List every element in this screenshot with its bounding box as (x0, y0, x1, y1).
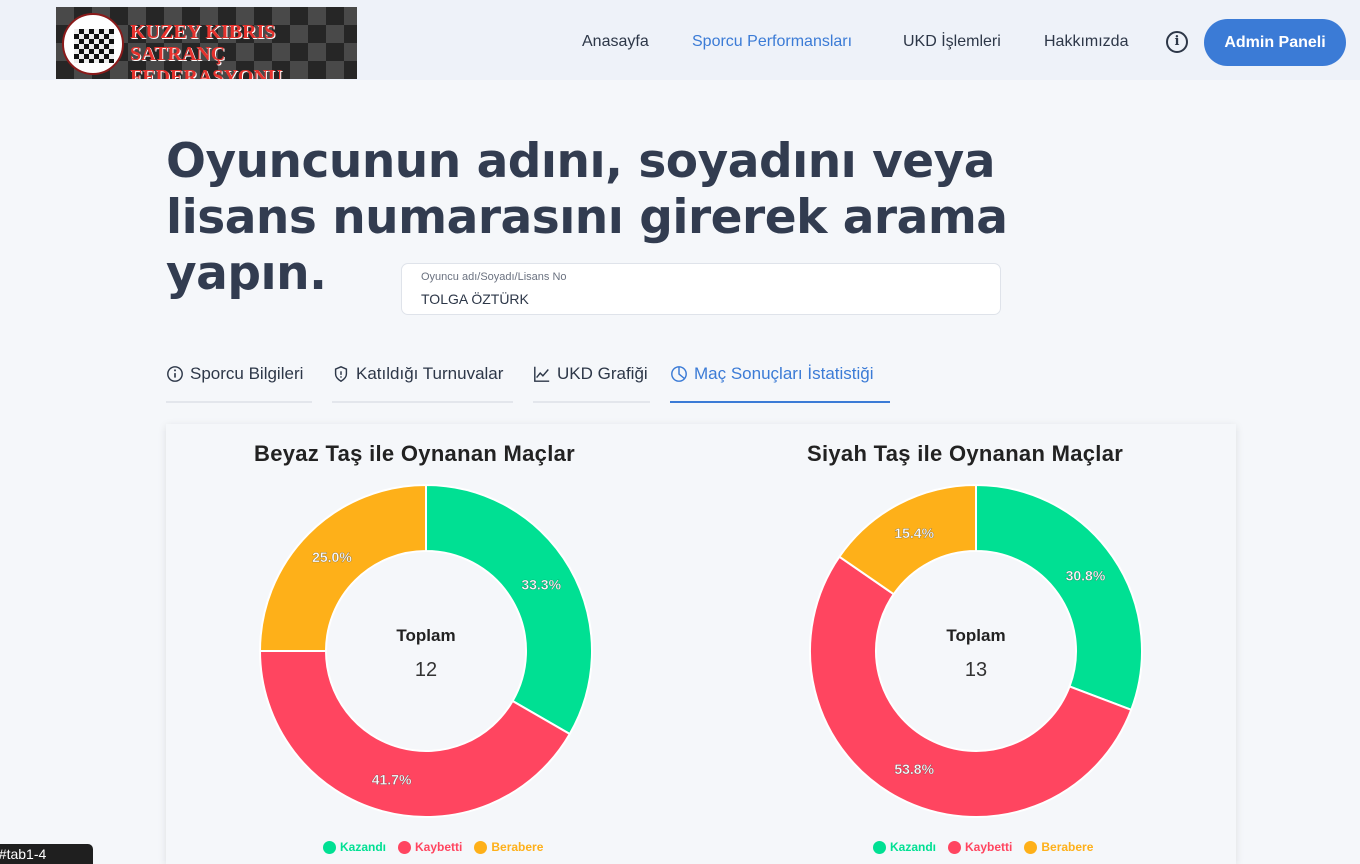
tab-label: Sporcu Bilgileri (190, 363, 304, 383)
donut-label-loss: 53.8% (894, 761, 934, 777)
tab-label: Katıldığı Turnuvalar (356, 363, 504, 383)
donut-segment-win[interactable] (975, 483, 1143, 712)
nav-ukd-islemleri[interactable]: UKD İşlemleri (903, 33, 1001, 51)
donut-label-loss: 41.7% (372, 771, 412, 787)
top-navbar: KUZEY KIBRIS SATRANÇ FEDERASYONU Anasayf… (0, 0, 1360, 80)
donut-center-total: 12 (415, 659, 437, 681)
donut-label-draw: 25.0% (312, 549, 352, 565)
logo-text-line2: SATRANÇ FEDERASYONU (130, 43, 283, 79)
nav-hakkimizda[interactable]: Hakkımızda (1044, 33, 1128, 51)
status-bar-url: gs#tab1-4 (0, 844, 93, 864)
federation-logo[interactable]: KUZEY KIBRIS SATRANÇ FEDERASYONU (56, 7, 357, 79)
donut-center-label: Toplam (396, 626, 455, 645)
legend-item-win[interactable]: Kazandı (323, 840, 386, 854)
black-chart-legend: Kazandı Kaybetti Berabere (873, 840, 1093, 854)
legend-item-loss[interactable]: Kaybetti (398, 840, 462, 854)
donut-segment-win[interactable] (425, 483, 593, 736)
donut-center-total: 13 (965, 659, 987, 681)
tab-label: Maç Sonuçları İstatistiği (694, 363, 874, 383)
tab-katildigi-turnuvalar[interactable]: Katıldığı Turnuvalar (332, 354, 513, 403)
search-input[interactable] (421, 289, 981, 309)
player-search-box[interactable]: Oyuncu adı/Soyadı/Lisans No (401, 263, 1001, 315)
white-results-donut-chart: 33.3% 41.7% 25.0% Toplam 12 (258, 483, 593, 818)
federation-emblem-icon (62, 13, 124, 75)
black-chart-title: Siyah Taş ile Oynanan Maçlar (807, 441, 1124, 466)
donut-label-win: 33.3% (521, 577, 561, 593)
search-input-label: Oyuncu adı/Soyadı/Lisans No (421, 271, 567, 283)
legend-item-draw[interactable]: Berabere (474, 840, 543, 854)
tab-sporcu-bilgileri[interactable]: Sporcu Bilgileri (166, 354, 312, 403)
nav-sporcu-performanslari[interactable]: Sporcu Performansları (692, 33, 852, 51)
tab-label: UKD Grafiği (557, 363, 648, 383)
shield-icon (334, 365, 348, 382)
tab-mac-sonuclari-istatistigi[interactable]: Maç Sonuçları İstatistiği (670, 354, 890, 403)
info-icon[interactable]: i (1166, 31, 1188, 53)
donut-label-win: 30.8% (1066, 567, 1106, 583)
pie-chart-icon (671, 365, 687, 382)
line-chart-icon (534, 366, 550, 382)
nav-anasayfa[interactable]: Anasayfa (582, 33, 649, 51)
admin-panel-button[interactable]: Admin Paneli (1204, 19, 1346, 66)
info-icon (167, 365, 183, 382)
black-results-donut-chart: 30.8% 53.8% 15.4% Toplam 13 (809, 483, 1143, 818)
white-chart-title: Beyaz Taş ile Oynanan Maçlar (254, 441, 576, 466)
tab-ukd-grafigi[interactable]: UKD Grafiği (533, 354, 650, 403)
legend-item-draw[interactable]: Berabere (1024, 840, 1093, 854)
logo-text-line1: KUZEY KIBRIS (130, 21, 276, 43)
legend-item-loss[interactable]: Kaybetti (948, 840, 1012, 854)
legend-item-win[interactable]: Kazandı (873, 840, 936, 854)
white-chart-legend: Kazandı Kaybetti Berabere (323, 840, 543, 854)
donut-label-draw: 15.4% (894, 525, 934, 541)
donut-center-label: Toplam (946, 626, 1005, 645)
